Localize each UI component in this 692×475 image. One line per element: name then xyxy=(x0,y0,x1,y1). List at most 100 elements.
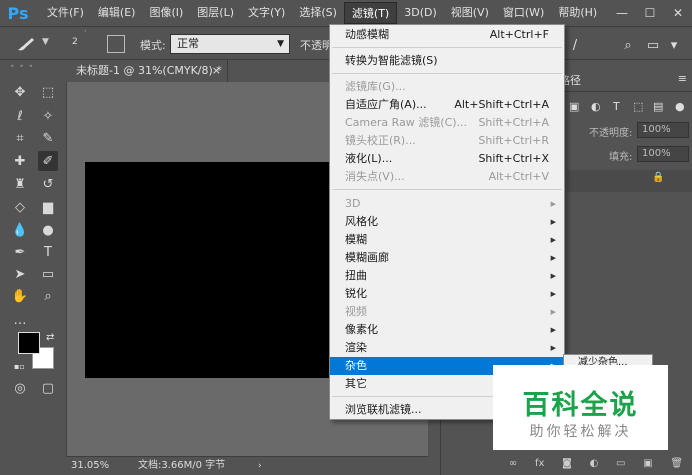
new-layer-icon[interactable]: ▣ xyxy=(643,458,652,469)
menu-image[interactable]: 图像(I) xyxy=(142,2,190,24)
add-mask-icon[interactable]: ◙ xyxy=(562,458,572,469)
watermark-title: 百科全说 xyxy=(522,390,639,421)
mode-value: 正常 xyxy=(177,37,199,50)
magic-wand-icon[interactable]: ✧ xyxy=(38,106,58,126)
filter-toggle-icon[interactable]: ● xyxy=(675,100,685,113)
screen-mode-icon[interactable]: ▢ xyxy=(38,378,58,398)
workspace-icon[interactable]: ▭ xyxy=(643,35,663,55)
gradient-tool-icon[interactable]: ▆ xyxy=(38,197,58,217)
panel-grip-icon[interactable]: • • • xyxy=(10,62,56,72)
rectangle-tool-icon[interactable]: ▭ xyxy=(38,264,58,284)
status-bar: 31.05% 文档:3.66M/0 字节 › xyxy=(66,456,428,475)
smart-object-filter-icon[interactable]: ▤ xyxy=(653,100,663,113)
clone-stamp-icon[interactable]: ♜ xyxy=(10,174,30,194)
chevron-right-icon[interactable]: › xyxy=(258,459,262,473)
blur-tool-icon[interactable]: 💧 xyxy=(10,220,30,240)
link-layers-icon[interactable]: ∞ xyxy=(509,458,517,469)
default-colors-icon[interactable]: ▪▫ xyxy=(14,362,25,371)
shape-filter-icon[interactable]: ⬚ xyxy=(633,100,643,113)
submenu-arrow-icon: ▶ xyxy=(550,290,556,298)
lasso-tool-icon[interactable]: ℓ xyxy=(10,106,30,126)
menu-item-blur[interactable]: 模糊 ▶ xyxy=(330,231,564,249)
fill-label: 填充: xyxy=(609,152,633,163)
fill-field[interactable]: 100% xyxy=(637,146,689,162)
panel-menu-icon[interactable]: ≡ xyxy=(678,72,687,85)
menu-help[interactable]: 帮助(H) xyxy=(551,2,604,24)
history-brush-icon[interactable]: ↺ xyxy=(38,174,58,194)
quick-mask-icon[interactable]: ◎ xyxy=(10,378,30,398)
pen-tool-icon[interactable]: ✒ xyxy=(10,242,30,262)
adjustment-filter-icon[interactable]: ◐ xyxy=(591,100,601,113)
menu-item-sharpen[interactable]: 锐化 ▶ xyxy=(330,285,564,303)
brush-dot-icon: · xyxy=(84,27,87,36)
menu-select[interactable]: 选择(S) xyxy=(292,2,344,24)
maximize-button[interactable]: ☐ xyxy=(636,0,664,26)
menu-item-convert-smart-filter[interactable]: 转换为智能滤镜(S) xyxy=(330,52,564,70)
document-tab[interactable]: 未标题-1 @ 31%(CMYK/8) * × xyxy=(68,60,228,82)
brush-panel-toggle-icon[interactable] xyxy=(107,35,125,53)
menu-item-motion-blur[interactable]: 动感模糊 Alt+Ctrl+F xyxy=(330,26,564,44)
submenu-arrow-icon: ▶ xyxy=(550,326,556,334)
menu-item-pixelate[interactable]: 像素化 ▶ xyxy=(330,321,564,339)
menu-3d[interactable]: 3D(D) xyxy=(397,2,444,24)
layer-row[interactable] xyxy=(567,170,692,192)
zoom-level-field[interactable]: 31.05% xyxy=(68,459,110,473)
watermark-logo: 百科全说 助你轻松解决 xyxy=(493,365,668,450)
mode-select[interactable]: 正常 ▼ xyxy=(170,34,290,54)
brush-size-value[interactable]: 2 xyxy=(72,37,78,47)
dodge-tool-icon[interactable]: ● xyxy=(38,220,58,240)
menu-bar: Ps 文件(F) 编辑(E) 图像(I) 图层(L) 文字(Y) 选择(S) 滤… xyxy=(0,0,692,26)
opacity-field[interactable]: 100% xyxy=(637,122,689,138)
document-tab-title: 未标题-1 @ 31%(CMYK/8) * xyxy=(76,64,222,77)
hand-tool-icon[interactable]: ✋ xyxy=(10,286,30,306)
menu-edit[interactable]: 编辑(E) xyxy=(91,2,143,24)
canvas[interactable] xyxy=(85,162,335,378)
menu-filter[interactable]: 滤镜(T) xyxy=(343,2,398,24)
menu-window[interactable]: 窗口(W) xyxy=(496,2,551,24)
menu-item-3d: 3D ▶ xyxy=(330,195,564,213)
close-button[interactable]: ✕ xyxy=(664,0,692,26)
type-tool-icon[interactable]: T xyxy=(38,242,58,262)
menu-separator xyxy=(332,47,562,48)
eyedropper-icon[interactable]: ✎ xyxy=(38,128,58,148)
fx-icon[interactable]: fx xyxy=(535,458,544,469)
photoshop-logo: Ps xyxy=(7,3,29,23)
type-filter-icon[interactable]: T xyxy=(613,100,620,113)
move-tool-icon[interactable]: ✥ xyxy=(10,82,30,102)
swap-colors-icon[interactable]: ⇄ xyxy=(46,332,54,343)
healing-brush-icon[interactable]: ✚ xyxy=(10,151,30,171)
zoom-tool-icon[interactable]: ⌕ xyxy=(38,286,58,306)
marquee-tool-icon[interactable]: ⬚ xyxy=(38,82,58,102)
menu-item-distort[interactable]: 扭曲 ▶ xyxy=(330,267,564,285)
submenu-arrow-icon: ▶ xyxy=(550,254,556,262)
chevron-down-icon[interactable]: ▾ xyxy=(664,35,684,55)
menu-item-render[interactable]: 渲染 ▶ xyxy=(330,339,564,357)
menu-item-adaptive-wide-angle[interactable]: 自适应广角(A)... Alt+Shift+Ctrl+A xyxy=(330,96,564,114)
pen-pressure-icon[interactable]: / xyxy=(565,35,585,55)
crop-tool-icon[interactable]: ⌗ xyxy=(10,128,30,148)
menu-file[interactable]: 文件(F) xyxy=(40,2,91,24)
menu-item-blur-gallery[interactable]: 模糊画廊 ▶ xyxy=(330,249,564,267)
adjustment-layer-icon[interactable]: ◐ xyxy=(590,458,599,469)
path-selection-icon[interactable]: ➤ xyxy=(10,264,30,284)
minimize-button[interactable]: — xyxy=(608,0,636,26)
image-filter-icon[interactable]: ▣ xyxy=(569,100,579,113)
menu-item-liquify[interactable]: 液化(L)... Shift+Ctrl+X xyxy=(330,150,564,168)
close-icon[interactable]: × xyxy=(212,60,221,82)
menu-type[interactable]: 文字(Y) xyxy=(241,2,292,24)
eraser-tool-icon[interactable]: ◇ xyxy=(10,197,30,217)
search-icon[interactable]: ⌕ xyxy=(618,35,638,55)
menu-separator xyxy=(332,189,562,190)
menu-layer[interactable]: 图层(L) xyxy=(190,2,241,24)
trash-icon[interactable]: 🗑 xyxy=(670,458,683,469)
submenu-arrow-icon: ▶ xyxy=(550,272,556,280)
menu-view[interactable]: 视图(V) xyxy=(444,2,496,24)
window-controls: — ☐ ✕ xyxy=(608,0,692,26)
menu-item-stylize[interactable]: 风格化 ▶ xyxy=(330,213,564,231)
new-group-icon[interactable]: ▭ xyxy=(616,458,625,469)
brush-tool-icon[interactable] xyxy=(14,35,40,53)
foreground-color-swatch[interactable] xyxy=(18,332,40,354)
more-tools-icon[interactable]: … xyxy=(10,310,30,330)
chevron-down-icon[interactable]: ▼ xyxy=(42,37,49,47)
brush-tool-icon[interactable]: ✐ xyxy=(38,151,58,171)
